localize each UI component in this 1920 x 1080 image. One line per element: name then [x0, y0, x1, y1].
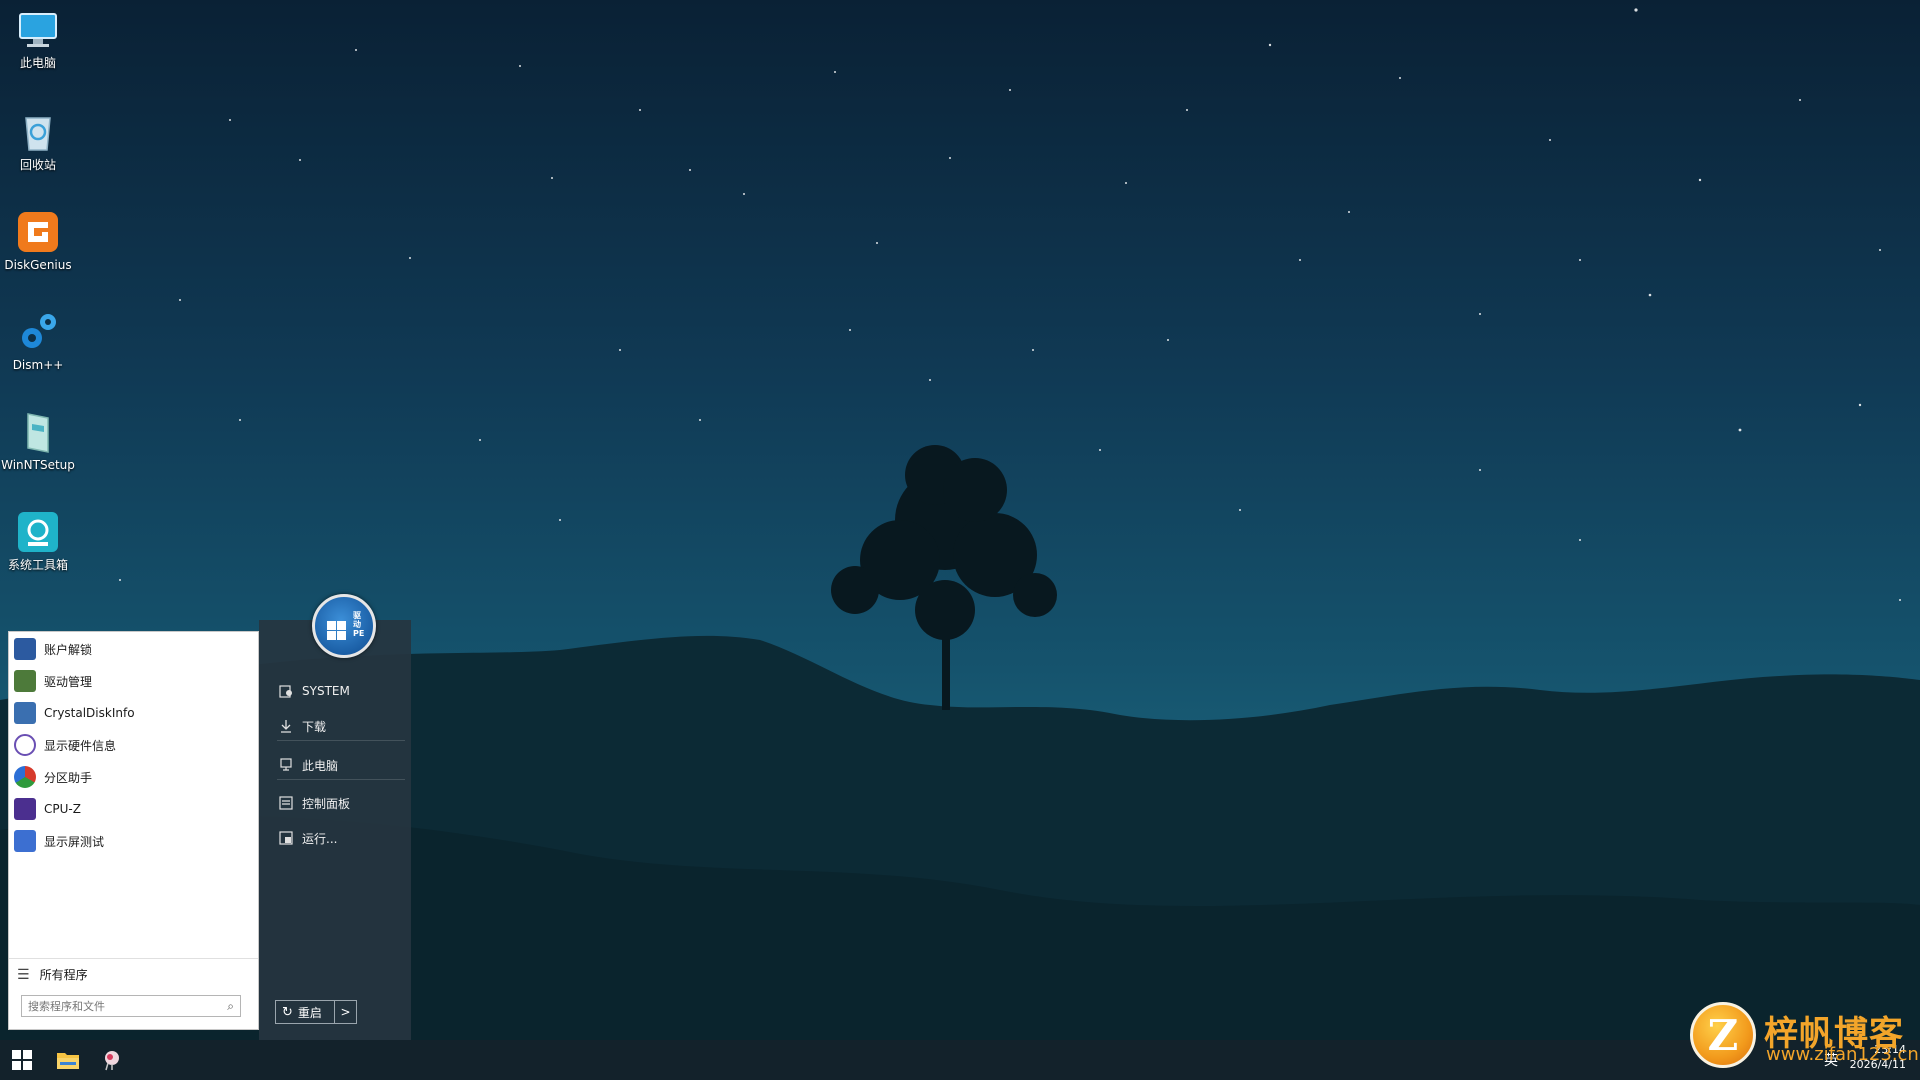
watermark-logo: Z [1690, 1002, 1756, 1068]
refresh-icon: ↻ [282, 1004, 293, 1020]
partition-assistant-icon [14, 766, 36, 788]
desktop-icon-dism[interactable]: Dism++ [0, 310, 76, 372]
download-icon [281, 720, 291, 733]
desktop-icon-recycle-bin[interactable]: 回收站 [0, 110, 76, 172]
place-item-system[interactable]: SYSTEM [279, 679, 404, 703]
control-panel-icon [279, 796, 293, 810]
program-item-cpu-z[interactable]: CPU-Z [9, 793, 258, 825]
all-programs-button[interactable]: ☰ 所有程序 [9, 958, 258, 990]
cpuz-icon [14, 798, 36, 820]
program-item-hardware-info[interactable]: 显示硬件信息 [9, 729, 258, 761]
gears-icon [16, 310, 60, 354]
place-label: SYSTEM [302, 684, 350, 698]
user-folder-icon [279, 685, 292, 698]
program-item-partition-assistant[interactable]: 分区助手 [9, 761, 258, 793]
desktop-icon-label: DiskGenius [4, 258, 72, 272]
restart-button[interactable]: ↻ 重启 [275, 1000, 335, 1024]
desktop-icon-winntsetup[interactable]: WinNTSetup [0, 410, 76, 472]
place-label: 运行... [302, 831, 338, 846]
program-item-screen-test[interactable]: 显示屏测试 [9, 825, 258, 857]
program-item-crystaldiskinfo[interactable]: CrystalDiskInfo [9, 697, 258, 729]
taskbar-app[interactable] [90, 1040, 134, 1080]
place-label: 下载 [302, 719, 327, 734]
place-item-downloads[interactable]: 下载 [279, 714, 404, 738]
start-menu-places-pane: 驱动PE SYSTEM 下载 此电脑 控制面板 运行... ↻ 重启 > [259, 594, 411, 1040]
recycle-bin-icon [16, 110, 60, 154]
program-label: CrystalDiskInfo [44, 706, 135, 720]
driver-manager-icon [14, 670, 36, 692]
program-label: CPU-Z [44, 802, 81, 816]
computer-icon [280, 758, 292, 771]
program-label: 账户解锁 [44, 642, 93, 657]
program-item-driver-manager[interactable]: 驱动管理 [9, 665, 258, 697]
place-label: 控制面板 [302, 796, 351, 811]
app-icon [105, 1051, 119, 1071]
program-item-account-unlock[interactable]: 账户解锁 [9, 633, 258, 665]
desktop-icon-label: 回收站 [19, 158, 56, 172]
computer-icon [16, 8, 60, 52]
folder-icon [57, 1053, 79, 1069]
desktop-icon-label: 系统工具箱 [7, 558, 68, 572]
search-icon[interactable]: ⌕ [227, 999, 234, 1014]
watermark: Z 梓帆博客 www.zifan123.cn [1690, 1000, 1920, 1070]
desktop-icon-system-toolbox[interactable]: 系统工具箱 [0, 510, 76, 572]
watermark-logo-letter: Z [1707, 1010, 1739, 1060]
hardware-info-icon [14, 734, 36, 756]
desktop-icon-diskgenius[interactable]: DiskGenius [0, 210, 76, 272]
divider [277, 740, 405, 741]
place-item-control-panel[interactable]: 控制面板 [279, 791, 404, 815]
search-box[interactable]: ⌕ [21, 995, 241, 1017]
program-label: 显示硬件信息 [44, 738, 117, 753]
program-label: 分区助手 [44, 770, 93, 785]
desktop-icon-label: WinNTSetup [1, 458, 75, 472]
power-options-button[interactable]: > [335, 1000, 357, 1024]
list-icon: ☰ [17, 966, 30, 983]
program-label: 显示屏测试 [44, 834, 105, 849]
search-input[interactable] [28, 999, 208, 1013]
desktop-icon-label: Dism++ [12, 358, 64, 372]
divider [277, 779, 405, 780]
start-button[interactable] [0, 1040, 44, 1080]
chevron-right-icon: > [340, 1005, 351, 1019]
place-item-run[interactable]: 运行... [279, 826, 404, 850]
account-unlock-icon [14, 638, 36, 660]
user-avatar[interactable]: 驱动PE [312, 594, 376, 658]
all-programs-label: 所有程序 [39, 968, 88, 982]
toolbox-icon [16, 510, 60, 554]
place-item-this-pc[interactable]: 此电脑 [279, 753, 404, 777]
taskbar-file-explorer[interactable] [46, 1040, 90, 1080]
setup-icon [16, 410, 60, 454]
screen-test-icon [14, 830, 36, 852]
program-label: 驱动管理 [44, 674, 93, 689]
run-icon [279, 831, 293, 845]
start-menu: 账户解锁 驱动管理 CrystalDiskInfo 显示硬件信息 分区助手 CP… [8, 594, 411, 1040]
watermark-url: www.zifan123.cn [1766, 1044, 1919, 1065]
desktop-icon-label: 此电脑 [19, 56, 56, 70]
crystaldiskinfo-icon [14, 702, 36, 724]
start-menu-programs-pane: 账户解锁 驱动管理 CrystalDiskInfo 显示硬件信息 分区助手 CP… [8, 631, 259, 1030]
taskbar: 英 23:14 2026/4/11 [0, 1040, 1920, 1080]
windows-logo-icon [12, 1050, 32, 1070]
desktop-icon-this-pc[interactable]: 此电脑 [0, 8, 76, 70]
avatar-label: 驱动PE [353, 611, 365, 638]
program-list: 账户解锁 驱动管理 CrystalDiskInfo 显示硬件信息 分区助手 CP… [9, 632, 258, 857]
place-label: 此电脑 [302, 758, 339, 773]
diskgenius-icon [16, 210, 60, 254]
restart-label: 重启 [297, 1005, 322, 1020]
